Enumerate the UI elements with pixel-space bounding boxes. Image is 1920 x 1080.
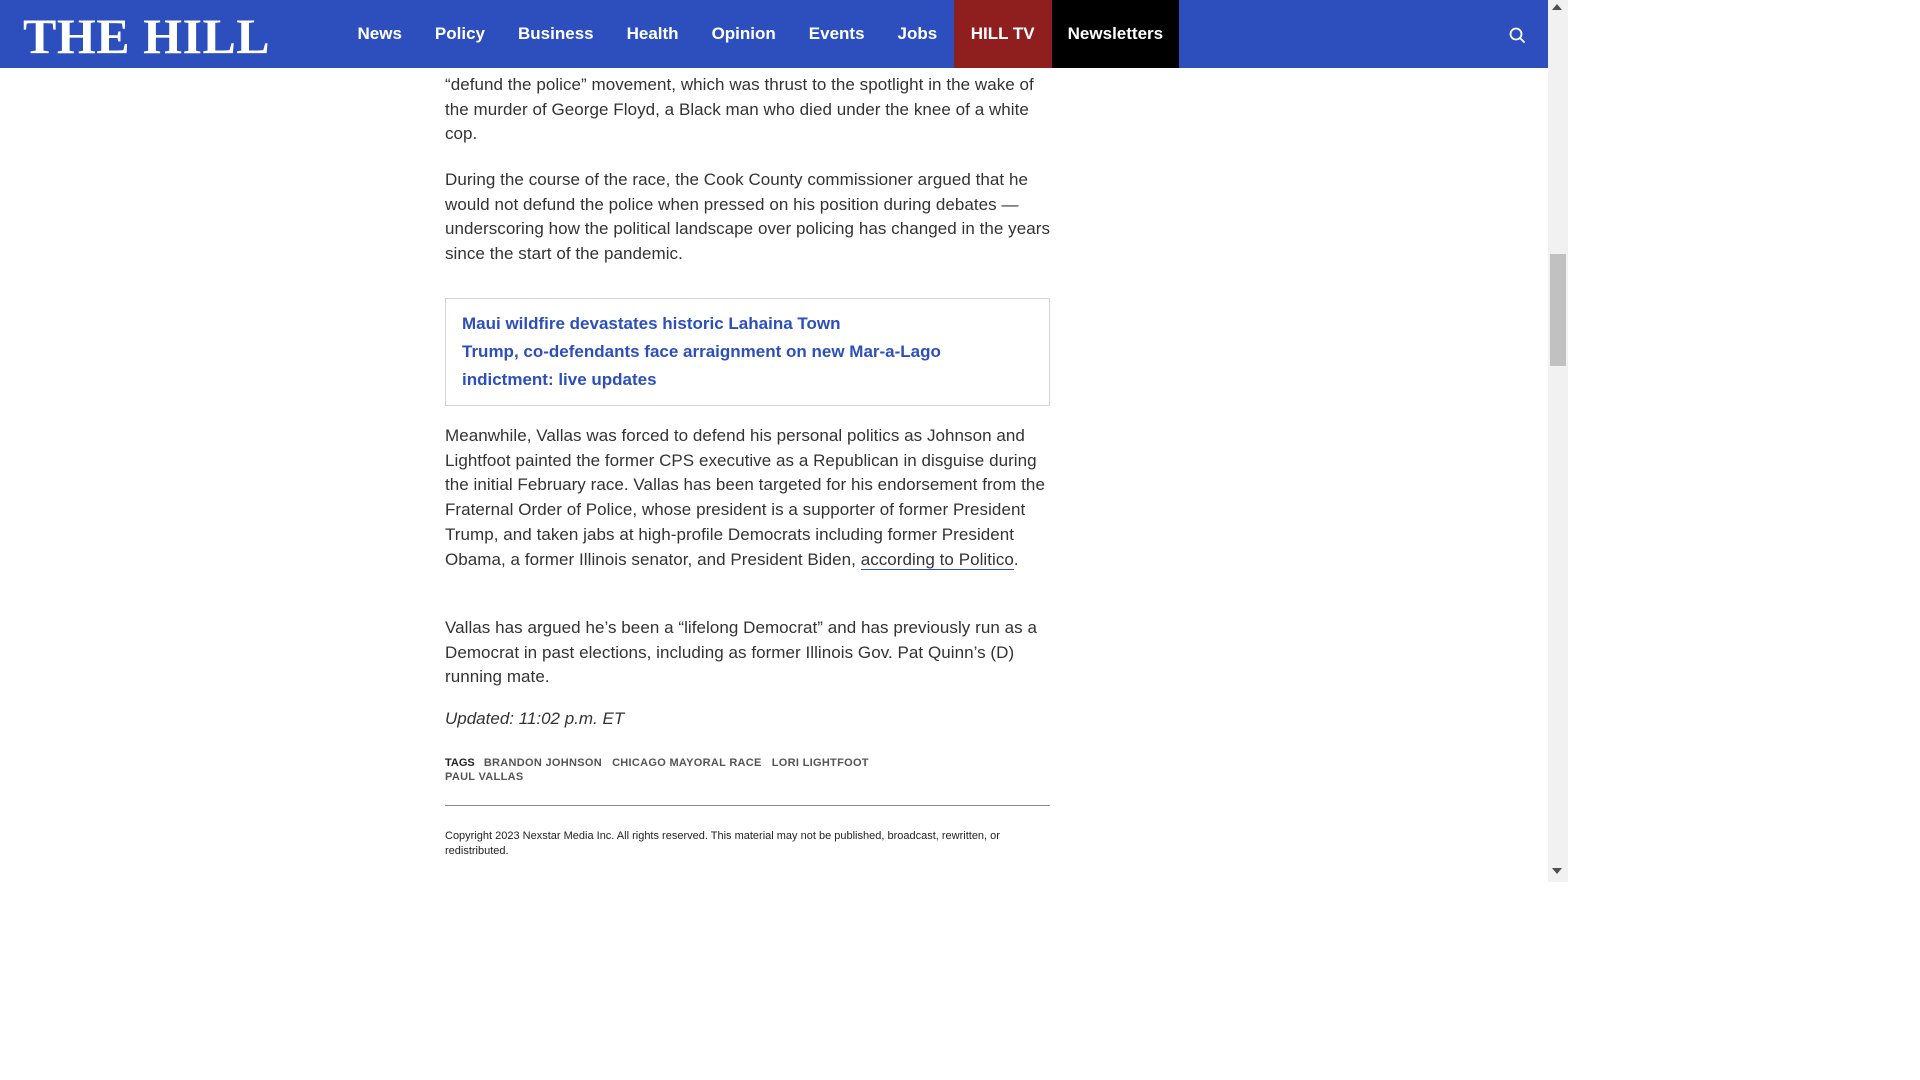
scroll-thumb[interactable] [1550, 254, 1566, 366]
nav-policy[interactable]: Policy [418, 0, 501, 68]
article-paragraph: “defund the police” movement, which was … [445, 75, 1034, 144]
nav-news[interactable]: News [341, 0, 418, 68]
tag-link[interactable]: PAUL VALLAS [445, 771, 523, 783]
site-header: THE HILL News Policy Business Health Opi… [0, 0, 1548, 68]
scroll-up-arrow-icon[interactable] [1552, 4, 1562, 10]
page-scrollbar[interactable] [1548, 0, 1568, 882]
related-link[interactable]: Trump, co-defendants face arraignment on… [462, 338, 1033, 394]
nav-hill-tv[interactable]: HILL TV [953, 0, 1052, 68]
nav-newsletters[interactable]: Newsletters [1051, 0, 1180, 68]
nav-events[interactable]: Events [792, 0, 881, 68]
search-icon[interactable] [1506, 24, 1528, 46]
tag-link[interactable]: CHICAGO MAYORAL RACE [612, 757, 762, 769]
scroll-down-arrow-icon[interactable] [1552, 868, 1562, 874]
nav-business[interactable]: Business [502, 0, 611, 68]
related-link[interactable]: Maui wildfire devastates historic Lahain… [462, 310, 1033, 338]
article-paragraph: Vallas has argued he’s been a “lifelong … [445, 618, 1037, 687]
article-paragraph: During the course of the race, the Cook … [445, 170, 1050, 264]
updated-timestamp: Updated: 11:02 p.m. ET [445, 709, 625, 728]
site-logo[interactable]: THE HILL [23, 10, 270, 62]
tag-link[interactable]: BRANDON JOHNSON [484, 757, 602, 769]
tag-link[interactable]: LORI LIGHTFOOT [772, 757, 869, 769]
politico-link[interactable]: according to Politico [860, 549, 1014, 570]
nav-jobs[interactable]: Jobs [881, 0, 954, 68]
nav-health[interactable]: Health [610, 0, 695, 68]
tags-label: TAGS [445, 757, 475, 769]
footer-divider [445, 805, 1050, 806]
main-nav: News Policy Business Health Opinion Even… [341, 0, 1180, 68]
paragraph-text: Meanwhile, Vallas was forced to defend h… [445, 426, 1045, 569]
nav-opinion[interactable]: Opinion [695, 0, 792, 68]
paragraph-text: . [1013, 549, 1019, 569]
copyright-notice: Copyright 2023 Nexstar Media Inc. All ri… [445, 830, 1000, 857]
tags-list: TAGS BRANDON JOHNSON CHICAGO MAYORAL RAC… [445, 756, 905, 784]
related-links-box: Maui wildfire devastates historic Lahain… [445, 298, 1050, 406]
article-paragraph: Meanwhile, Vallas was forced to defend h… [445, 424, 1051, 572]
